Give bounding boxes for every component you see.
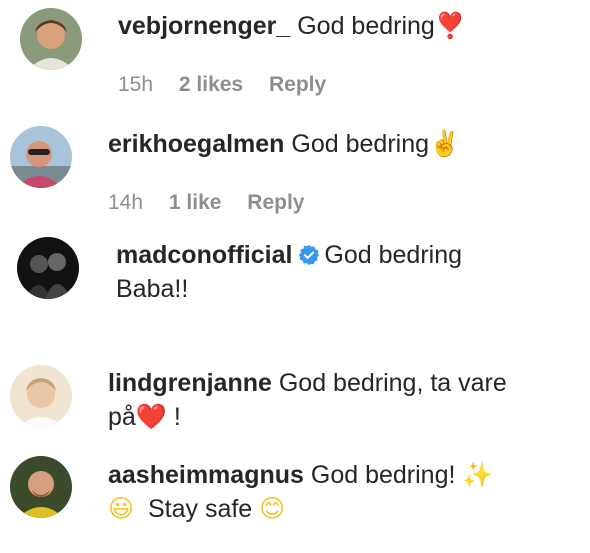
- comment-text-line2: Baba!!: [116, 275, 189, 303]
- timestamp: 14h: [108, 191, 144, 214]
- verified-badge-icon: [299, 244, 320, 266]
- comment-text-line1: God bedring!: [310, 461, 456, 489]
- username[interactable]: erikhoegalmen: [108, 130, 284, 158]
- comment-meta: 15h 2 likes Reply: [118, 73, 346, 97]
- comment-text-suffix: !: [166, 403, 181, 431]
- grinning-face-icon: 😃: [108, 494, 135, 523]
- avatar[interactable]: [17, 237, 79, 299]
- comment-meta: 14h 1 like Reply: [108, 191, 324, 215]
- username[interactable]: vebjornenger_: [118, 12, 290, 40]
- username[interactable]: madconofficial: [116, 241, 292, 269]
- likes-count[interactable]: 2 likes: [179, 73, 243, 96]
- timestamp: 15h: [118, 73, 154, 96]
- comment-text: God bedring: [297, 12, 435, 40]
- username[interactable]: aasheimmagnus: [108, 461, 304, 489]
- reply-button[interactable]: Reply: [269, 73, 326, 96]
- avatar[interactable]: [20, 8, 82, 70]
- comment-text-line1: God bedring, ta vare: [278, 369, 507, 397]
- red-heart-icon: ❤️: [135, 402, 167, 431]
- comment-text-line2: Stay safe: [147, 495, 253, 523]
- sparkles-icon: ✨: [462, 460, 494, 489]
- comment-text: God bedring: [291, 130, 430, 158]
- avatar[interactable]: [10, 456, 72, 518]
- likes-count[interactable]: 1 like: [169, 191, 222, 214]
- smiling-face-icon: 😊: [259, 494, 286, 523]
- comment-text-line1: God bedring: [324, 241, 463, 269]
- victory-hand-icon: ✌️: [429, 129, 461, 158]
- heart-exclamation-icon: ❣️: [434, 11, 466, 40]
- comment-text-line2: på: [108, 403, 136, 431]
- avatar[interactable]: [10, 126, 72, 188]
- reply-button[interactable]: Reply: [247, 191, 304, 214]
- avatar[interactable]: [10, 365, 72, 427]
- username[interactable]: lindgrenjanne: [108, 369, 272, 397]
